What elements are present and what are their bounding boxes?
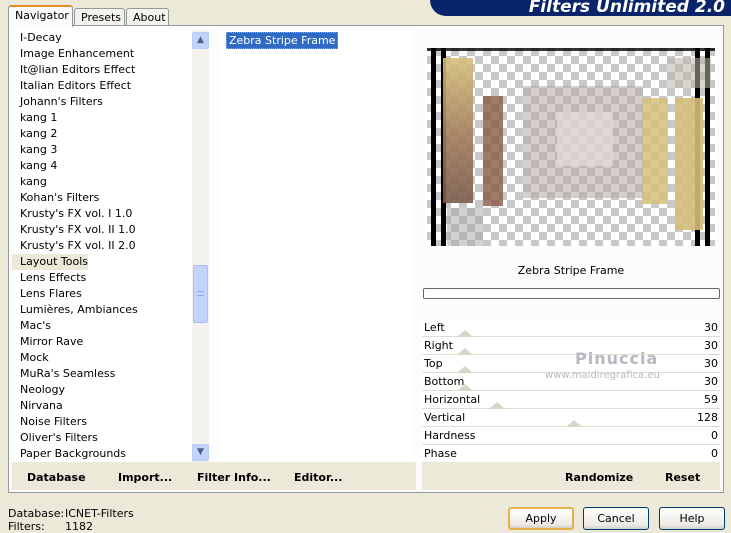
watermark-url: www.maidiregrafica.eu xyxy=(545,370,660,381)
filter-info-button[interactable]: Filter Info... xyxy=(197,471,271,484)
param-label: Left xyxy=(424,321,445,334)
apply-button[interactable]: Apply xyxy=(508,507,574,530)
category-item[interactable]: kang xyxy=(12,174,192,190)
slider-thumb-icon[interactable] xyxy=(457,348,473,355)
scroll-down-button[interactable]: ▼ xyxy=(192,444,209,461)
param-label: Top xyxy=(424,357,443,370)
randomize-button[interactable]: Randomize xyxy=(565,471,633,484)
database-label: Database: xyxy=(8,507,65,520)
chevron-up-icon: ▲ xyxy=(197,35,204,45)
param-toolbar: Randomize Reset xyxy=(422,462,720,490)
param-label: Right xyxy=(424,339,453,352)
slider-thumb-icon[interactable] xyxy=(566,420,582,427)
param-value: 30 xyxy=(704,339,718,352)
param-row-hardness[interactable]: Hardness 0 xyxy=(422,428,720,446)
category-list[interactable]: I-Decay Image Enhancement It@lian Editors … xyxy=(12,30,192,462)
param-label: Horizontal xyxy=(424,393,481,406)
help-button[interactable]: Help xyxy=(659,507,725,530)
database-value: ICNET-Filters xyxy=(65,507,134,520)
category-item[interactable]: Lens Flares xyxy=(12,286,192,302)
reset-button[interactable]: Reset xyxy=(665,471,700,484)
category-item[interactable]: Oliver's Filters xyxy=(12,430,192,446)
category-item[interactable]: Mock xyxy=(12,350,192,366)
param-row-horizontal[interactable]: Horizontal 59 xyxy=(422,392,720,410)
param-value: 0 xyxy=(711,447,718,460)
tab-navigator[interactable]: Navigator xyxy=(8,5,73,27)
category-item[interactable]: Mirror Rave xyxy=(12,334,192,350)
category-item[interactable]: kang 4 xyxy=(12,158,192,174)
slider-thumb-icon[interactable] xyxy=(457,366,473,373)
filter-item-zebra-stripe-frame[interactable]: Zebra Stripe Frame xyxy=(226,32,339,49)
category-item[interactable]: Image Enhancement xyxy=(12,46,192,62)
database-button[interactable]: Database xyxy=(27,471,86,484)
category-item[interactable]: Layout Tools xyxy=(12,254,88,270)
slider-thumb-icon[interactable] xyxy=(457,330,473,337)
preview-frame xyxy=(422,43,718,249)
category-item[interactable]: Neology xyxy=(12,382,192,398)
category-item[interactable]: kang 2 xyxy=(12,126,192,142)
status-info: Database:ICNET-Filters Filters: 1182 xyxy=(8,507,134,533)
param-slider-track[interactable] xyxy=(422,444,720,445)
category-item[interactable]: Krusty's FX vol. II 1.0 xyxy=(12,222,192,238)
param-row-vertical[interactable]: Vertical 128 xyxy=(422,410,720,428)
tab-label: Presets xyxy=(81,11,122,24)
category-item[interactable]: Kohan's Filters xyxy=(12,190,192,206)
category-item[interactable]: It@lian Editors Effect xyxy=(12,62,192,78)
cancel-button[interactable]: Cancel xyxy=(583,507,649,530)
category-item[interactable]: Paper Backgrounds xyxy=(12,446,192,462)
param-label: Vertical xyxy=(424,411,466,424)
category-item[interactable]: kang 3 xyxy=(12,142,192,158)
param-row-left[interactable]: Left 30 xyxy=(422,320,720,338)
tab-label: Navigator xyxy=(15,9,69,22)
category-item[interactable]: Lens Effects xyxy=(12,270,192,286)
category-scrollbar[interactable]: ▲ ▼ xyxy=(192,30,209,462)
param-row-right[interactable]: Right 30 xyxy=(422,338,720,356)
param-label: Hardness xyxy=(424,429,476,442)
category-item[interactable]: MuRa's Seamless xyxy=(12,366,192,382)
filter-title: Zebra Stripe Frame xyxy=(517,264,625,277)
category-item[interactable]: Italian Editors Effect xyxy=(12,78,192,94)
preview-image xyxy=(427,48,715,246)
slider-thumb-icon[interactable] xyxy=(489,402,505,409)
category-item[interactable]: Lumières, Ambiances xyxy=(12,302,192,318)
category-item[interactable]: Noise Filters xyxy=(12,414,192,430)
category-item[interactable]: kang 1 xyxy=(12,110,192,126)
category-item[interactable]: Krusty's FX vol. II 2.0 xyxy=(12,238,192,254)
filter-list[interactable]: Zebra Stripe Frame xyxy=(218,30,414,462)
parameter-panel: Left 30 Right 30 Top 30 Bottom 30 Horizontal 59 Ve… xyxy=(422,320,720,463)
param-value: 128 xyxy=(697,411,718,424)
scroll-thumb[interactable] xyxy=(193,265,208,323)
param-slider-track[interactable] xyxy=(422,408,720,409)
param-value: 30 xyxy=(704,375,718,388)
editor-button[interactable]: Editor... xyxy=(294,471,342,484)
scroll-up-button[interactable]: ▲ xyxy=(192,32,209,49)
import-button[interactable]: Import... xyxy=(118,471,172,484)
filters-count: 1182 xyxy=(65,520,93,533)
chevron-down-icon: ▼ xyxy=(197,447,204,457)
param-value: 30 xyxy=(704,321,718,334)
tab-label: About xyxy=(133,11,166,24)
list-toolbar: Database Import... Filter Info... Editor… xyxy=(12,462,416,490)
param-value: 59 xyxy=(704,393,718,406)
category-item[interactable]: Krusty's FX vol. I 1.0 xyxy=(12,206,192,222)
param-value: 0 xyxy=(711,429,718,442)
app-banner: Filters Unlimited 2.0 xyxy=(430,0,731,16)
param-label: Phase xyxy=(424,447,457,460)
slider-thumb-icon[interactable] xyxy=(457,384,473,391)
watermark-text: Pinuccia xyxy=(575,349,659,368)
category-item[interactable]: Nirvana xyxy=(12,398,192,414)
filters-label: Filters: xyxy=(8,520,45,533)
param-value: 30 xyxy=(704,357,718,370)
progress-bar xyxy=(423,288,720,299)
category-item[interactable]: Johann's Filters xyxy=(12,94,192,110)
category-item[interactable]: I-Decay xyxy=(12,30,192,46)
grip-icon xyxy=(197,291,204,296)
category-item[interactable]: Mac's xyxy=(12,318,192,334)
